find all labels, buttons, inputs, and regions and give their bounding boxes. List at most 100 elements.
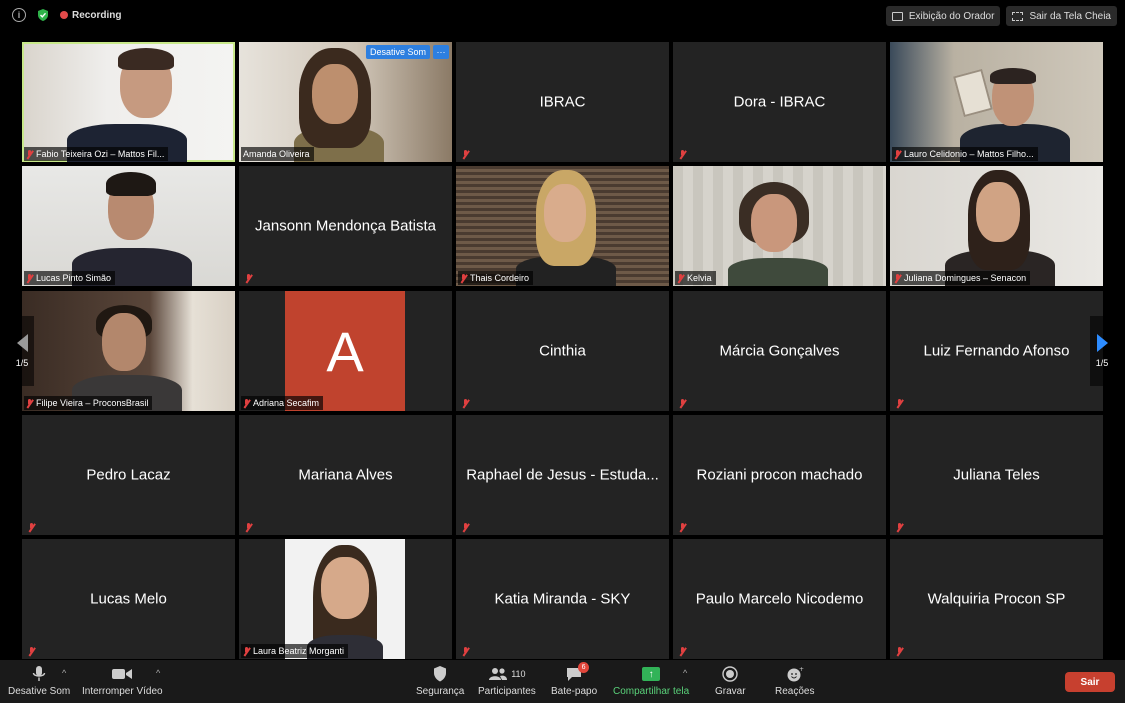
participant-name: Lucas Melo [90, 590, 167, 608]
participant-tile[interactable]: Kelvia [673, 166, 886, 286]
exit-fullscreen-label: Sair da Tela Cheia [1029, 10, 1111, 22]
participant-name: Katia Miranda - SKY [494, 590, 631, 608]
participant-tile[interactable]: Jansonn Mendonça Batista [239, 166, 452, 286]
avatar: A [285, 291, 405, 411]
microphone-icon [31, 665, 47, 683]
participant-tile[interactable]: Juliana Domingues – Senacon [890, 166, 1103, 286]
participant-name-label: Lauro Celidonio – Mattos Filho... [892, 147, 1038, 161]
reactions-label: Reações [775, 686, 815, 697]
unmute-button[interactable]: Desative Som [365, 45, 430, 59]
participant-tile[interactable]: Pedro Lacaz [22, 415, 235, 535]
shield-icon [432, 665, 448, 683]
participant-name: Márcia Gonçalves [719, 342, 840, 360]
muted-mic-icon [26, 398, 33, 408]
chat-button[interactable]: 6 Bate-papo [551, 662, 598, 697]
participants-icon: 110 [488, 665, 526, 683]
participant-tile[interactable]: Roziani procon machado [673, 415, 886, 535]
exit-fullscreen-button[interactable]: Sair da Tela Cheia [1006, 6, 1117, 26]
info-icon[interactable]: i [12, 8, 26, 22]
participant-tile[interactable]: Filipe Vieira – ProconsBrasil [22, 291, 235, 411]
participant-tile[interactable]: Juliana Teles [890, 415, 1103, 535]
mute-button[interactable]: Desative Som [8, 665, 70, 697]
participant-name: Paulo Marcelo Nicodemo [695, 590, 864, 608]
participant-name: Walquiria Procon SP [927, 590, 1066, 608]
participant-tile[interactable]: Cinthia [456, 291, 669, 411]
muted-mic-icon [26, 273, 33, 283]
muted-mic-icon [245, 273, 252, 283]
recording-label: Recording [72, 9, 122, 21]
page-indicator-right: 1/5 [1095, 358, 1109, 368]
previous-page-button[interactable]: 1/5 [10, 316, 34, 386]
participant-tile[interactable]: A Adriana Secafim [239, 291, 452, 411]
muted-mic-icon [896, 522, 903, 532]
muted-mic-icon [26, 149, 33, 159]
muted-mic-icon [245, 522, 252, 532]
muted-mic-icon [462, 398, 469, 408]
participants-button[interactable]: 110 Participantes [478, 665, 536, 697]
share-screen-label: Compartilhar tela [613, 686, 690, 697]
participant-tile[interactable]: Walquiria Procon SP [890, 539, 1103, 659]
participant-tile[interactable]: Raphael de Jesus - Estuda... [456, 415, 669, 535]
participant-tile[interactable]: Mariana Alves [239, 415, 452, 535]
speaker-view-icon [891, 11, 903, 21]
recording-indicator: Recording [60, 10, 121, 21]
participant-tile[interactable]: Dora - IBRAC [673, 42, 886, 162]
muted-mic-icon [894, 149, 901, 159]
participant-tile[interactable]: Laura Beatriz Morganti [239, 539, 452, 659]
muted-mic-icon [462, 646, 469, 656]
participant-name-label: Thais Cordeiro [458, 271, 534, 285]
exit-fullscreen-icon [1012, 11, 1024, 21]
participant-name: Raphael de Jesus - Estuda... [466, 466, 659, 484]
top-bar: i Recording Exibição do Orador Sair da T… [0, 0, 1125, 32]
next-page-button[interactable]: 1/5 [1090, 316, 1114, 386]
participant-name-label: Laura Beatriz Morganti [241, 644, 349, 658]
arrow-left-icon [16, 334, 28, 352]
meeting-toolbar: Desative Som ^ Interromper Vídeo ^ Segur… [0, 660, 1125, 703]
participant-name: IBRAC [539, 93, 586, 111]
participant-name-label: Kelvia [675, 271, 716, 285]
more-options-button[interactable]: ··· [433, 45, 449, 59]
participant-name: Dora - IBRAC [733, 93, 826, 111]
svg-text:+: + [799, 666, 804, 673]
speaker-view-button[interactable]: Exibição do Orador [885, 6, 1001, 26]
security-button[interactable]: Segurança [416, 665, 464, 697]
participant-tile[interactable]: Luiz Fernando Afonso [890, 291, 1103, 411]
participant-name: Luiz Fernando Afonso [923, 342, 1070, 360]
participant-tile[interactable]: Desative Som ··· Amanda Oliveira [239, 42, 452, 162]
participant-tile[interactable]: Fabio Teixeira Ozi – Mattos Fil... [22, 42, 235, 162]
participant-name: Roziani procon machado [696, 466, 863, 484]
share-options-chevron-icon[interactable]: ^ [683, 668, 687, 678]
participant-tile[interactable]: Thais Cordeiro [456, 166, 669, 286]
participant-tile[interactable]: Lucas Pinto Simão [22, 166, 235, 286]
recording-dot-icon [60, 11, 68, 19]
participant-name: Jansonn Mendonça Batista [255, 217, 436, 235]
participant-tile[interactable]: Lauro Celidonio – Mattos Filho... [890, 42, 1103, 162]
stop-video-button[interactable]: Interromper Vídeo [82, 665, 163, 697]
participant-tile[interactable]: IBRAC [456, 42, 669, 162]
smiley-icon: + [786, 665, 804, 683]
muted-mic-icon [243, 646, 250, 656]
audio-options-chevron-icon[interactable]: ^ [62, 668, 66, 678]
share-screen-button[interactable]: ↑ Compartilhar tela [613, 665, 689, 697]
arrow-right-icon [1096, 334, 1108, 352]
participant-tile[interactable]: Paulo Marcelo Nicodemo [673, 539, 886, 659]
share-screen-icon: ↑ [642, 667, 661, 681]
record-button[interactable]: Gravar [715, 665, 746, 697]
stop-video-label: Interromper Vídeo [82, 686, 163, 697]
reactions-button[interactable]: + Reações [775, 665, 814, 697]
page-indicator-left: 1/5 [15, 358, 29, 368]
muted-mic-icon [243, 398, 250, 408]
chat-label: Bate-papo [551, 686, 598, 697]
muted-mic-icon [679, 646, 686, 656]
leave-meeting-button[interactable]: Sair [1065, 672, 1115, 692]
muted-mic-icon [894, 273, 901, 283]
participant-tile[interactable]: Katia Miranda - SKY [456, 539, 669, 659]
participant-name: Juliana Teles [953, 466, 1040, 484]
speaker-view-label: Exibição do Orador [908, 10, 995, 22]
participant-tile[interactable]: Lucas Melo [22, 539, 235, 659]
participant-tile[interactable]: Márcia Gonçalves [673, 291, 886, 411]
security-shield-icon[interactable] [36, 8, 50, 22]
video-options-chevron-icon[interactable]: ^ [156, 668, 160, 678]
participant-name-label: Adriana Secafim [241, 396, 324, 410]
muted-mic-icon [460, 273, 467, 283]
